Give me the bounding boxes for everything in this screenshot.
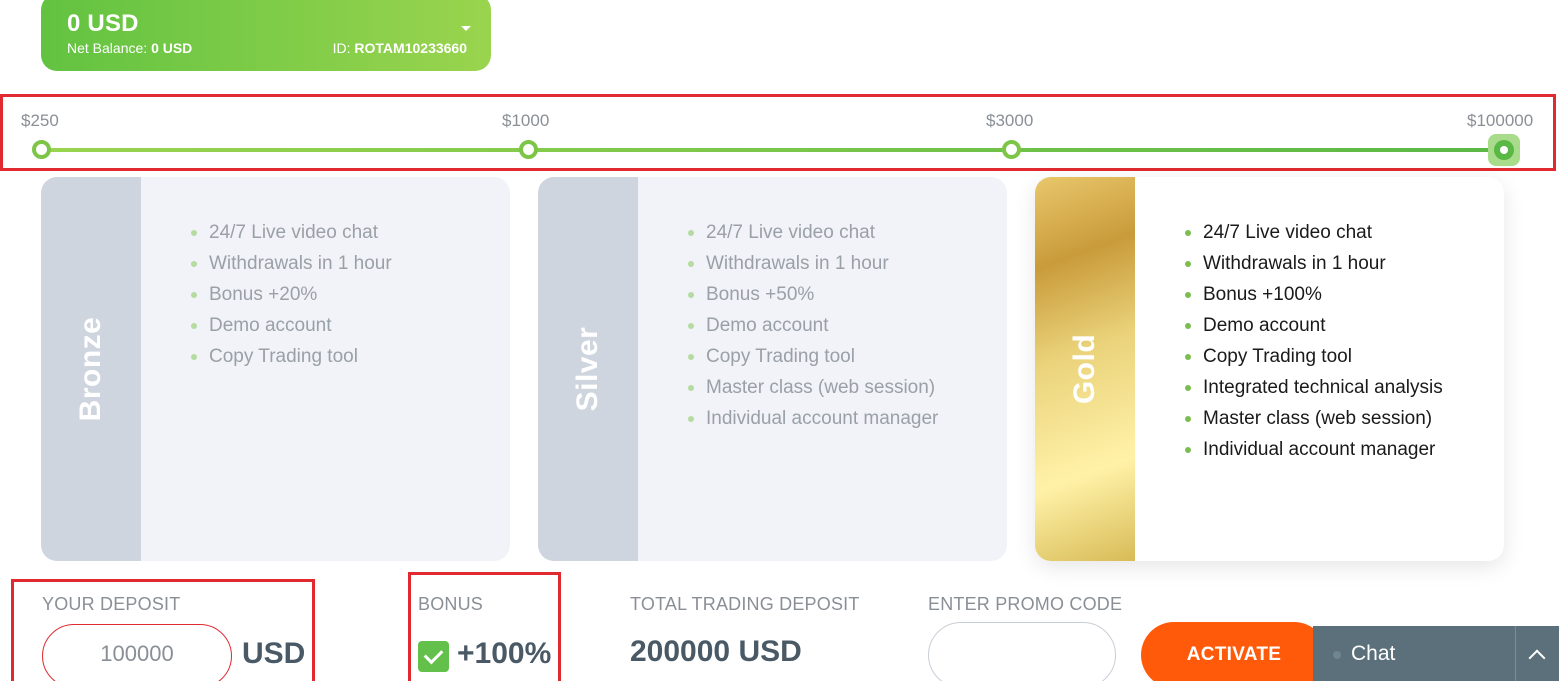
total-deposit-value: 200000 USD bbox=[630, 635, 802, 668]
deposit-label: YOUR DEPOSIT bbox=[42, 594, 181, 614]
slider-stop-1000[interactable] bbox=[519, 140, 538, 159]
net-balance: Net Balance: 0 USD bbox=[67, 40, 193, 56]
list-item: Withdrawals in 1 hour bbox=[1185, 248, 1483, 279]
chat-widget[interactable]: Chat bbox=[1313, 626, 1559, 681]
chat-label: Chat bbox=[1351, 642, 1396, 665]
list-item: 24/7 Live video chat bbox=[1185, 217, 1483, 248]
balance-details: Net Balance: 0 USD ID: ROTAM10233660 bbox=[67, 40, 467, 56]
deposit-section: YOUR DEPOSIT 100000 USD bbox=[11, 579, 315, 681]
list-item: Demo account bbox=[1185, 310, 1483, 341]
slider-label-3000: $3000 bbox=[986, 111, 1034, 130]
total-deposit-label: TOTAL TRADING DEPOSIT bbox=[630, 594, 860, 614]
chevron-up-icon bbox=[1528, 649, 1546, 667]
bonus-checkbox[interactable] bbox=[418, 641, 449, 672]
plan-card-gold[interactable]: Gold 24/7 Live video chat Withdrawals in… bbox=[1035, 177, 1504, 561]
list-item: Individual account manager bbox=[1185, 434, 1483, 465]
account-id: ID: ROTAM10233660 bbox=[332, 40, 467, 56]
chat-expand-button[interactable] bbox=[1515, 626, 1559, 681]
list-item: Demo account bbox=[191, 310, 392, 341]
slider-stop-250[interactable] bbox=[32, 140, 51, 159]
promo-code-label: ENTER PROMO CODE bbox=[928, 594, 1123, 614]
balance-amount: 0 USD bbox=[67, 10, 139, 37]
chat-status-dot bbox=[1333, 651, 1341, 659]
list-item: Copy Trading tool bbox=[1185, 341, 1483, 372]
slider-label-100000: $100000 bbox=[1467, 111, 1534, 130]
slider-label-1000: $1000 bbox=[502, 111, 550, 130]
list-item: Bonus +20% bbox=[191, 279, 392, 310]
list-item: Individual account manager bbox=[687, 403, 938, 434]
bonus-label: BONUS bbox=[418, 594, 484, 614]
list-item: Withdrawals in 1 hour bbox=[687, 248, 938, 279]
slider-label-250: $250 bbox=[21, 111, 59, 130]
deposit-tier-slider[interactable]: $250 $1000 $3000 $100000 bbox=[0, 94, 1556, 171]
list-item: Master class (web session) bbox=[687, 372, 938, 403]
caret-down-icon[interactable] bbox=[461, 26, 471, 31]
bonus-value: +100% bbox=[457, 637, 552, 670]
feature-list: 24/7 Live video chat Withdrawals in 1 ho… bbox=[687, 217, 938, 434]
list-item: Integrated technical analysis bbox=[1185, 372, 1483, 403]
plan-card-bronze[interactable]: Bronze 24/7 Live video chat Withdrawals … bbox=[41, 177, 510, 561]
list-item: 24/7 Live video chat bbox=[191, 217, 392, 248]
feature-list: 24/7 Live video chat Withdrawals in 1 ho… bbox=[1185, 217, 1483, 465]
plan-side-silver: Silver bbox=[538, 177, 638, 561]
slider-stop-3000[interactable] bbox=[1002, 140, 1021, 159]
list-item: Copy Trading tool bbox=[687, 341, 938, 372]
list-item: Withdrawals in 1 hour bbox=[191, 248, 392, 279]
list-item: 24/7 Live video chat bbox=[687, 217, 938, 248]
list-item: Demo account bbox=[687, 310, 938, 341]
plan-name: Silver bbox=[571, 326, 604, 412]
deposit-input[interactable]: 100000 bbox=[42, 624, 232, 681]
deposit-unit: USD bbox=[242, 637, 306, 670]
plan-card-silver[interactable]: Silver 24/7 Live video chat Withdrawals … bbox=[538, 177, 1007, 561]
plan-name: Gold bbox=[1068, 333, 1101, 405]
list-item: Copy Trading tool bbox=[191, 341, 392, 372]
account-balance-dropdown[interactable]: 0 USD Net Balance: 0 USD ID: ROTAM102336… bbox=[41, 0, 491, 71]
activate-button[interactable]: ACTIVATE bbox=[1141, 622, 1327, 681]
slider-handle[interactable] bbox=[1488, 134, 1520, 166]
promo-code-input[interactable] bbox=[928, 622, 1116, 681]
list-item: Master class (web session) bbox=[1185, 403, 1483, 434]
slider-track[interactable] bbox=[43, 148, 1508, 152]
list-item: Bonus +100% bbox=[1185, 279, 1483, 310]
feature-list: 24/7 Live video chat Withdrawals in 1 ho… bbox=[191, 217, 392, 372]
bonus-section: BONUS +100% bbox=[408, 572, 561, 681]
plan-name: Bronze bbox=[74, 316, 107, 422]
plan-side-gold: Gold bbox=[1035, 177, 1135, 561]
list-item: Bonus +50% bbox=[687, 279, 938, 310]
plan-side-bronze: Bronze bbox=[41, 177, 141, 561]
